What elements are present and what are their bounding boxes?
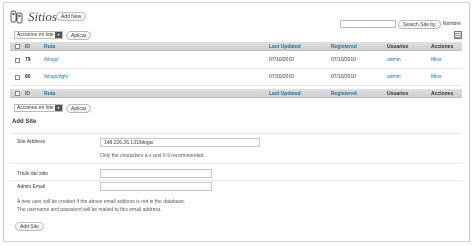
site-address-hint: Only the characters a-z and 0-9 recommen…	[100, 153, 205, 159]
action-link[interactable]: Mios	[431, 74, 442, 80]
apply-button[interactable]: Aplicar	[66, 31, 92, 40]
search-field-label: Nombre	[443, 21, 461, 27]
column-registered[interactable]: Registered	[331, 91, 357, 97]
table-row: 80 /blogs/dgh/ 07/10/2010 07/10/2010 adm…	[10, 69, 462, 86]
divider	[10, 133, 462, 134]
user-link[interactable]: admin	[387, 57, 401, 63]
table-row: 79 /blogs/ 07/10/2010 07/10/2010 admin M…	[10, 52, 462, 69]
table-header: ID Ruta Last Updated Registered Usuarios…	[10, 42, 462, 51]
column-id[interactable]: ID	[25, 44, 30, 50]
bulk-actions-select[interactable]: Acciones en lote ▾	[14, 31, 63, 39]
column-actions: Acciones	[431, 91, 454, 97]
divider	[10, 163, 462, 164]
row-checkbox[interactable]	[15, 75, 20, 80]
site-path-link[interactable]: /blogs/dgh/	[44, 74, 68, 80]
column-actions: Acciones	[431, 44, 454, 50]
column-registered[interactable]: Registered	[331, 44, 357, 50]
add-new-button[interactable]: Add New	[56, 12, 87, 21]
chevron-down-icon: ▾	[55, 32, 62, 38]
site-id: 79	[25, 57, 31, 63]
column-users: Usuarios	[387, 44, 409, 50]
admin-email-label: Admin Email	[17, 184, 46, 190]
column-path[interactable]: Ruta	[44, 91, 55, 97]
site-address-label: Site Address	[17, 139, 46, 145]
divider	[10, 180, 462, 181]
bulk-actions-label: Acciones en lote	[17, 32, 54, 38]
bulk-actions-label: Acciones en lote	[17, 105, 54, 111]
select-all-checkbox[interactable]	[15, 44, 20, 49]
site-address-input[interactable]: 148.226.26.131/blogs/	[100, 138, 260, 147]
select-all-checkbox[interactable]	[15, 91, 20, 96]
row-checkbox[interactable]	[15, 58, 20, 63]
add-site-heading: Add Site	[12, 119, 37, 125]
site-path-link[interactable]: /blogs/	[44, 57, 59, 63]
site-title-input[interactable]	[100, 169, 212, 178]
site-id: 80	[25, 74, 31, 80]
column-users: Usuarios	[387, 91, 409, 97]
last-updated: 07/10/2010	[269, 74, 295, 80]
column-path[interactable]: Ruta	[44, 44, 55, 50]
page-title: Sitios	[28, 9, 57, 24]
column-id[interactable]: ID	[25, 91, 30, 97]
chevron-down-icon: ▾	[55, 105, 62, 111]
action-link[interactable]: Mios	[431, 57, 442, 63]
user-link[interactable]: admin	[387, 74, 401, 80]
sites-icon	[10, 10, 23, 24]
last-updated: 07/10/2010	[269, 57, 295, 63]
admin-email-input[interactable]	[100, 182, 212, 191]
add-site-button[interactable]: Add Site	[15, 222, 44, 231]
email-note-1: A new user will be created if the above …	[17, 199, 186, 205]
bulk-actions-select-bottom[interactable]: Acciones en lote ▾	[14, 104, 63, 112]
search-input[interactable]	[340, 20, 396, 28]
list-view-icon[interactable]	[454, 31, 462, 39]
registered: 07/10/2010	[331, 57, 357, 63]
search-site-button[interactable]: Search Site by	[398, 20, 441, 29]
apply-button-bottom[interactable]: Aplicar	[66, 104, 92, 113]
column-last-updated[interactable]: Last Updated	[269, 44, 301, 50]
email-note-2: The username and password will be mailed…	[17, 207, 162, 213]
registered: 07/10/2010	[331, 74, 357, 80]
column-last-updated[interactable]: Last Updated	[269, 91, 301, 97]
site-title-label: Título del sitio	[17, 171, 48, 177]
table-footer: ID Ruta Last Updated Registered Usuarios…	[10, 89, 462, 98]
